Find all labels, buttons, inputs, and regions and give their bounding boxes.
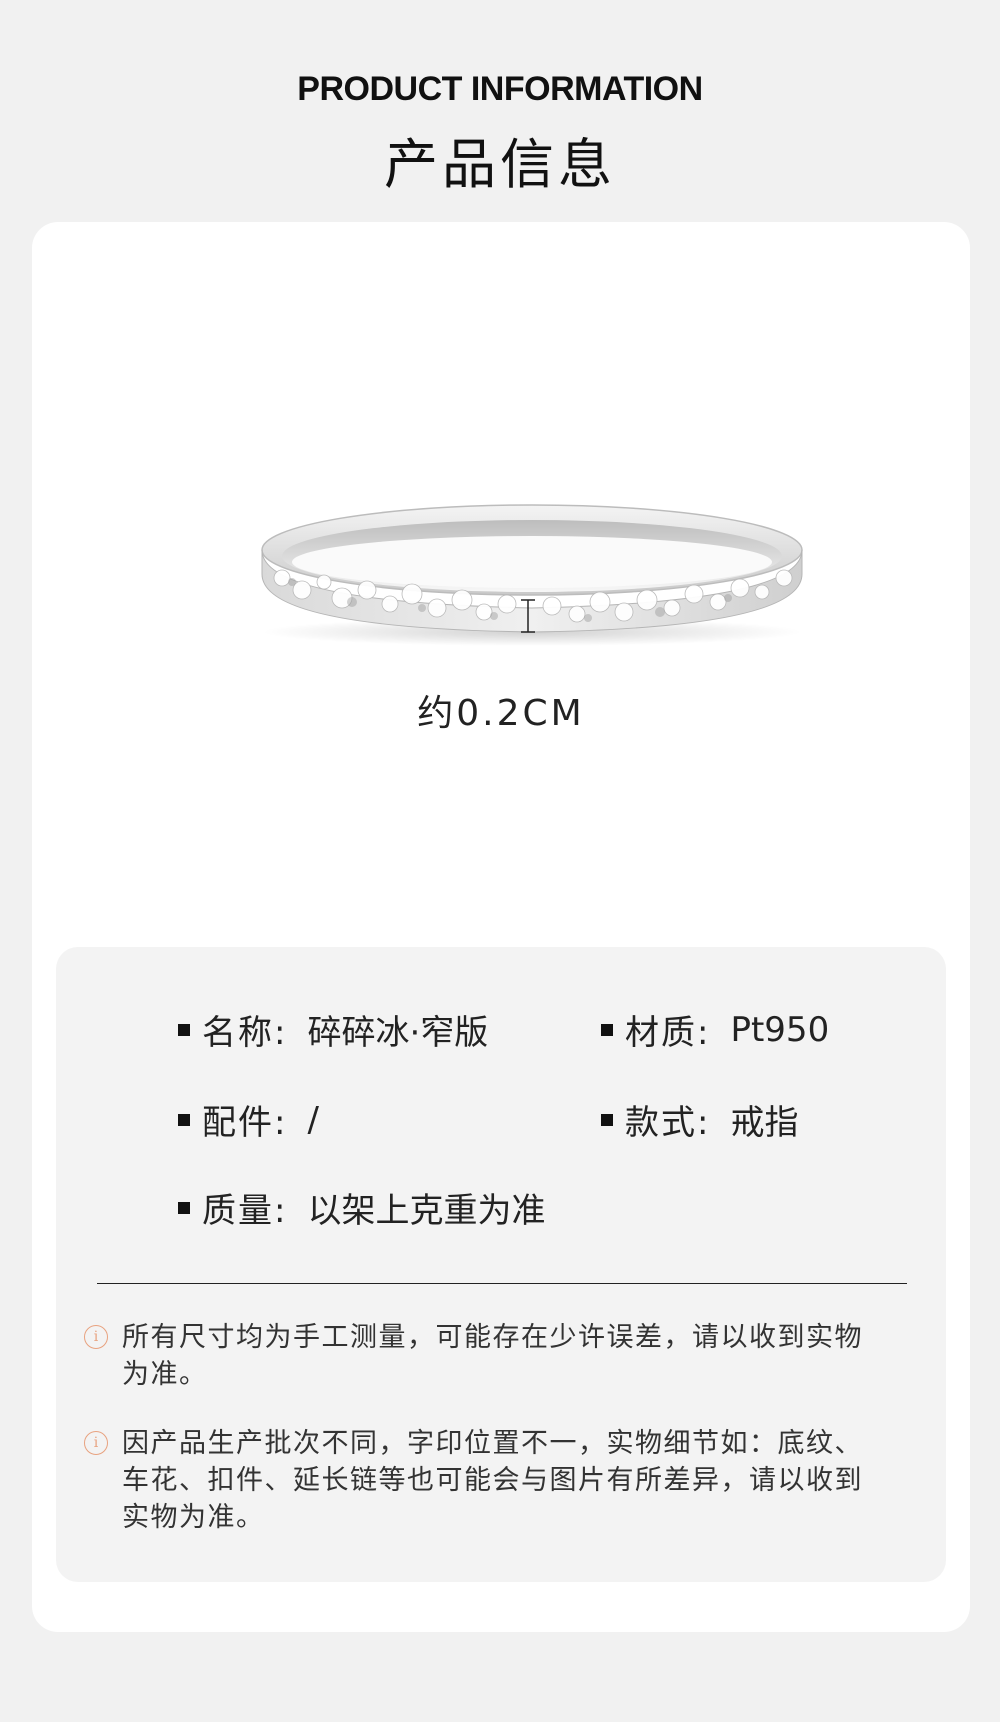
ring-width-label: 约0.2CM [417, 693, 585, 734]
spec-name: 名称: 碎碎冰·窄版 [178, 1005, 488, 1054]
bullet-icon [178, 1201, 190, 1214]
page-title-chinese: 产品信息 [384, 133, 616, 196]
note-measurement: i 所有尺寸均为手工测量，可能存在少许误差，请以收到实物为准。 [84, 1319, 884, 1393]
product-info-box: 名称: 碎碎冰·窄版 材质: Pt950 配件: / 款式: 戒指 质量: 以架… [56, 947, 946, 1582]
ring-image [232, 482, 832, 682]
product-card: 约0.2CM 名称: 碎碎冰·窄版 材质: Pt950 配件: / 款式: 戒指… [32, 222, 970, 1632]
page-title-english: PRODUCT INFORMATION [297, 70, 703, 108]
note-batch-text: 因产品生产批次不同，字印位置不一，实物细节如：底纹、车花、扣件、延长链等也可能会… [122, 1428, 863, 1533]
spec-accessory-value: / [307, 1099, 319, 1140]
spec-style-value: 戒指 [730, 1103, 799, 1143]
spec-material-value: Pt950 [730, 1009, 830, 1050]
bullet-icon [178, 1113, 190, 1126]
bullet-icon [601, 1023, 613, 1036]
spec-weight-value: 以架上克重为准 [307, 1191, 546, 1231]
note-measurement-text: 所有尺寸均为手工测量，可能存在少许误差，请以收到实物为准。 [122, 1322, 863, 1390]
bullet-icon [178, 1023, 190, 1036]
info-icon: i [84, 1431, 108, 1455]
divider [97, 1283, 907, 1284]
spec-weight: 质量: 以架上克重为准 [178, 1183, 545, 1232]
bullet-icon [601, 1113, 613, 1126]
spec-name-key: 名称: [202, 1013, 288, 1053]
spec-name-value: 碎碎冰·窄版 [307, 1013, 489, 1053]
spec-style-key: 款式: [625, 1103, 711, 1143]
spec-accessory: 配件: / [178, 1095, 319, 1144]
spec-material: 材质: Pt950 [601, 1005, 829, 1054]
info-icon: i [84, 1325, 108, 1349]
spec-material-key: 材质: [625, 1013, 711, 1053]
spec-weight-key: 质量: [202, 1191, 288, 1231]
spec-accessory-key: 配件: [202, 1103, 288, 1143]
note-batch: i 因产品生产批次不同，字印位置不一，实物细节如：底纹、车花、扣件、延长链等也可… [84, 1425, 884, 1536]
spec-style: 款式: 戒指 [601, 1095, 798, 1144]
